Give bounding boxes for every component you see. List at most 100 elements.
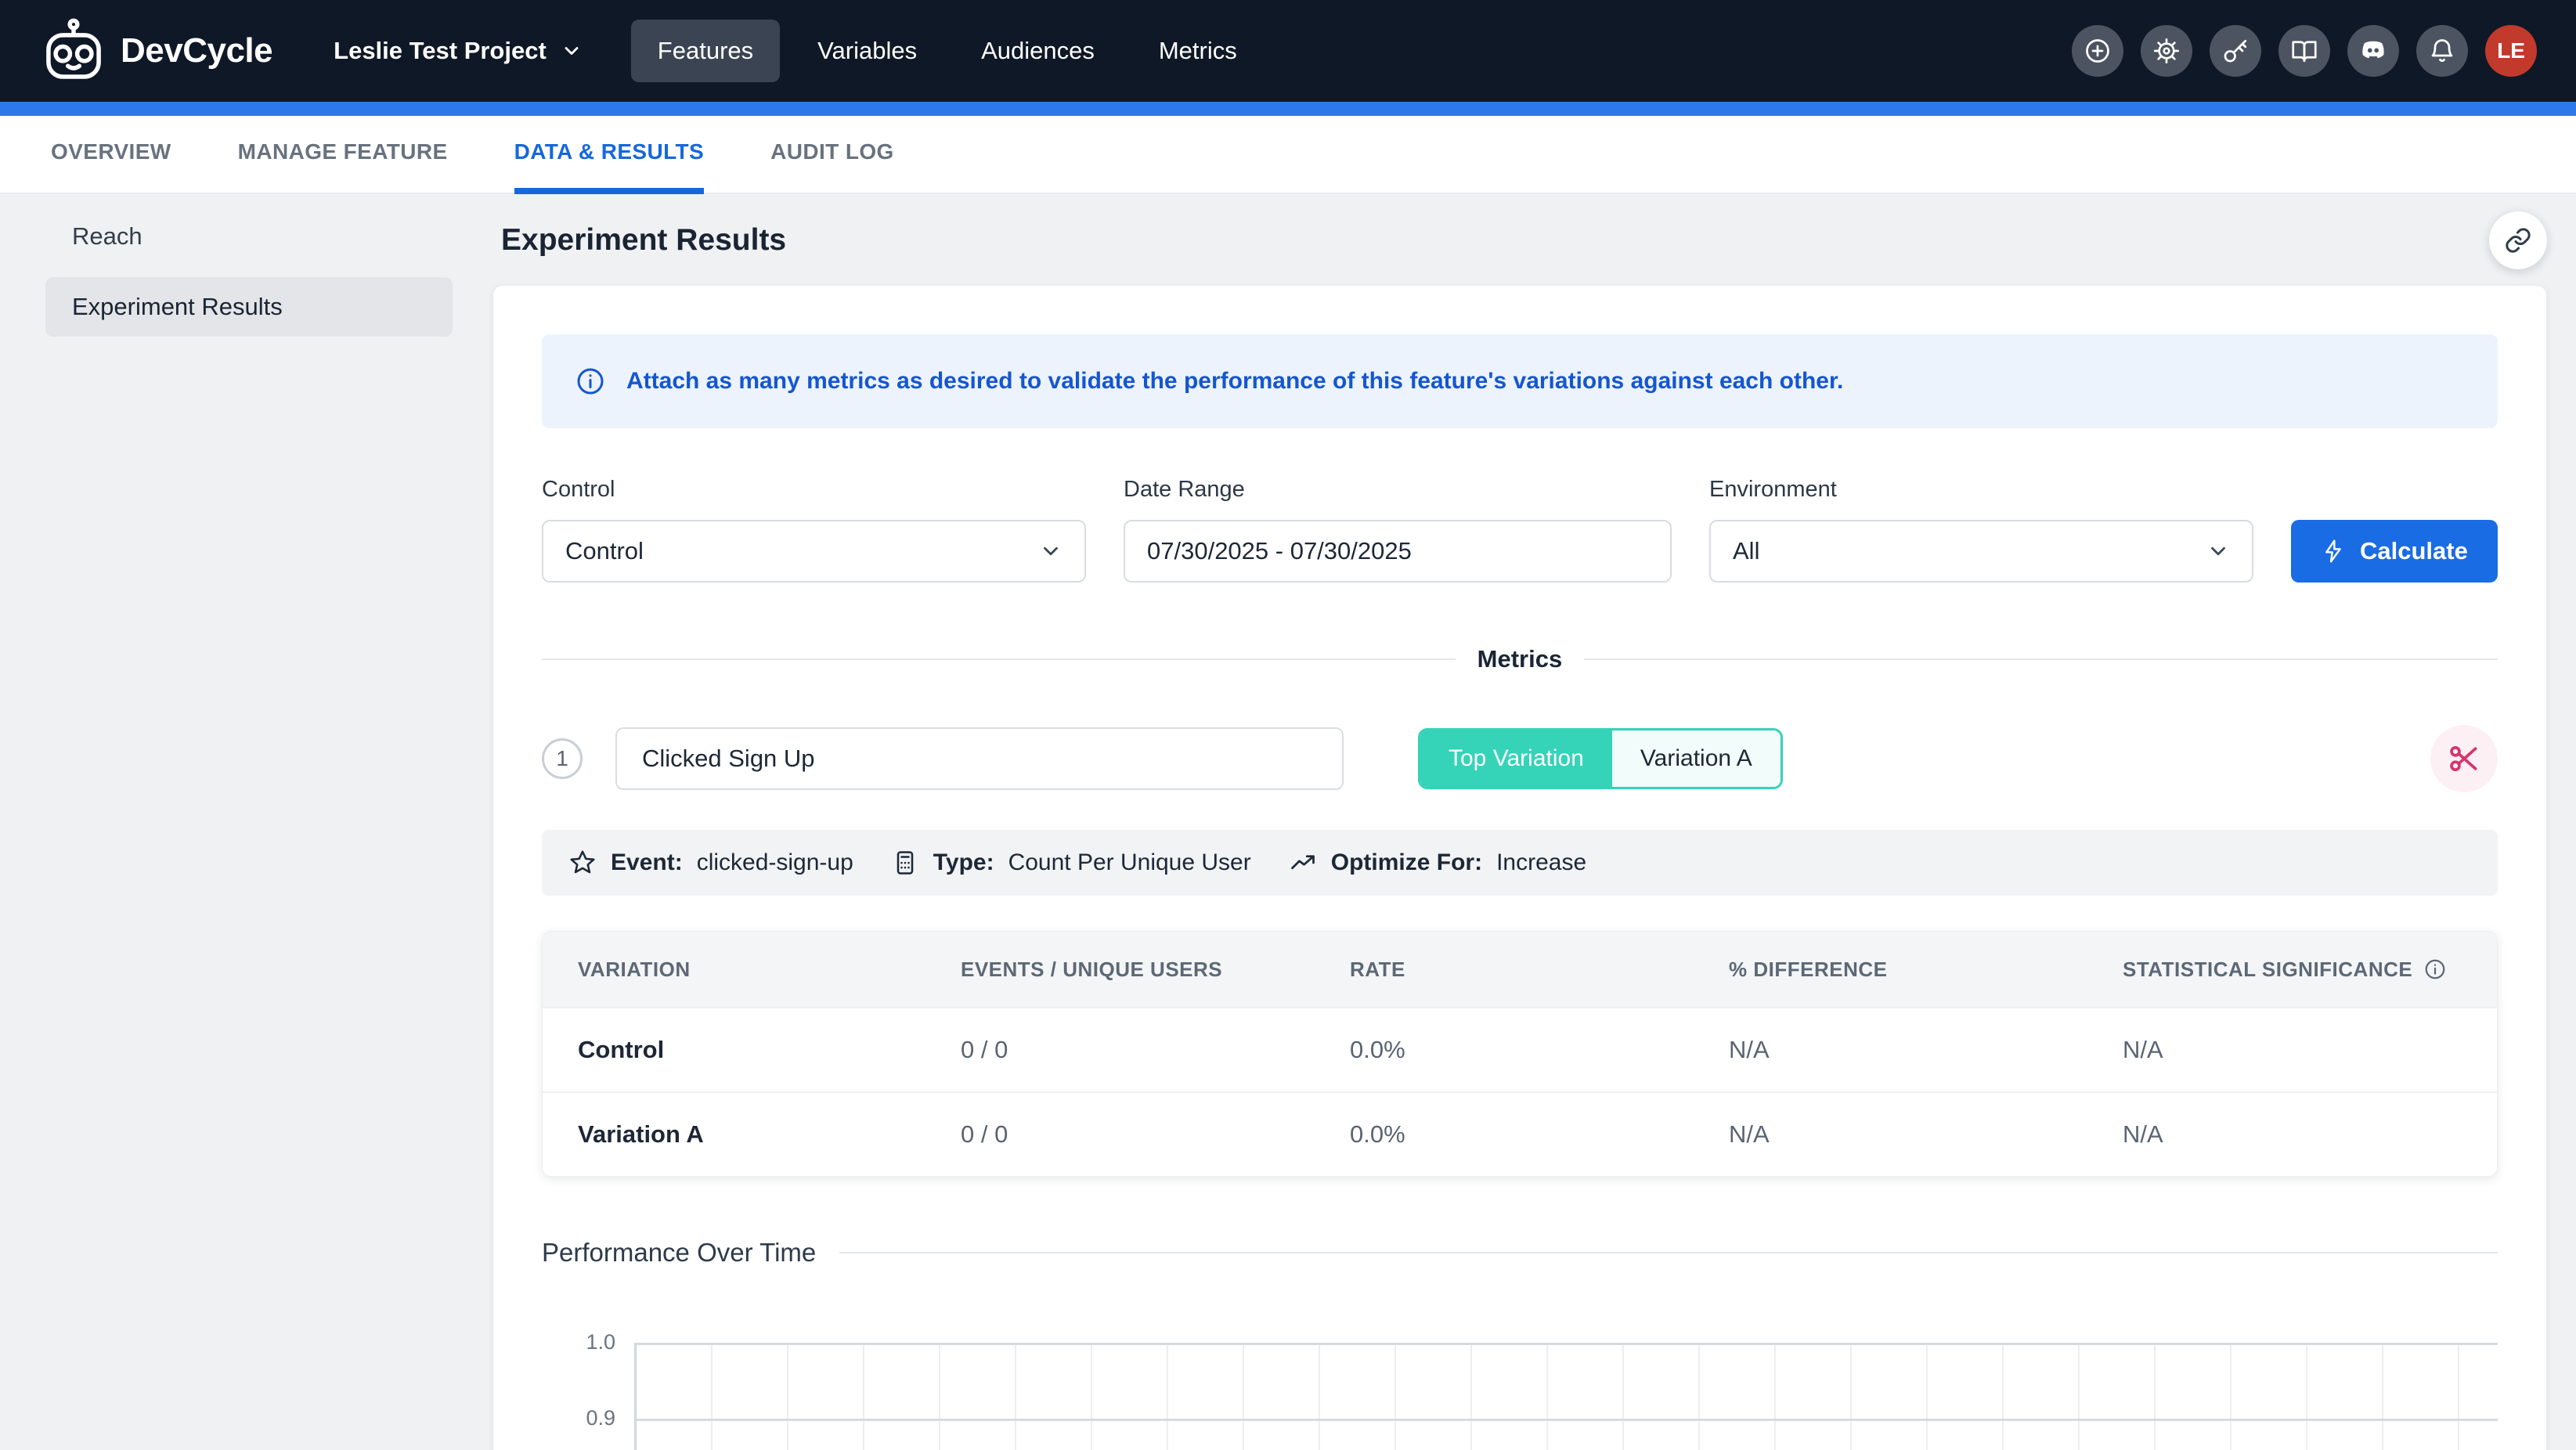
control-label: Control — [542, 477, 1086, 503]
tab-data-and-results[interactable]: DATA & RESULTS — [514, 116, 705, 194]
col-rate: RATE — [1350, 958, 1729, 982]
calculate-button[interactable]: Calculate — [2291, 520, 2498, 583]
optimize-summary: Optimize For: Increase — [1289, 849, 1586, 877]
cell-variation: Variation A — [578, 1120, 961, 1149]
col-events-unique-users: EVENTS / UNIQUE USERS — [961, 958, 1350, 982]
toggle-top-variation[interactable]: Top Variation — [1420, 730, 1612, 787]
nav-tab-metrics[interactable]: Metrics — [1132, 20, 1264, 82]
feature-tabstrip: OVERVIEW MANAGE FEATURE DATA & RESULTS A… — [0, 116, 2576, 194]
performance-chart: 1.0 0.9 — [542, 1343, 2498, 1450]
book-icon — [2290, 37, 2318, 65]
link-icon — [2504, 226, 2532, 254]
performance-header: Performance Over Time — [542, 1238, 2498, 1268]
cell-significance: N/A — [2123, 1036, 2497, 1064]
primary-nav: Features Variables Audiences Metrics — [631, 20, 1264, 82]
cell-difference: N/A — [1729, 1120, 2123, 1149]
info-banner-text: Attach as many metrics as desired to val… — [626, 368, 1843, 395]
type-label: Type: — [933, 849, 994, 876]
lightning-icon — [2321, 539, 2346, 564]
project-selector[interactable]: Leslie Test Project — [334, 37, 583, 65]
chevron-down-icon — [561, 40, 583, 62]
add-button[interactable] — [2072, 25, 2123, 77]
sidebar-item-reach[interactable]: Reach — [45, 207, 453, 266]
metric-name-input[interactable] — [615, 727, 1344, 790]
sidebar: Reach Experiment Results — [0, 194, 470, 1450]
page-title: Experiment Results — [501, 223, 786, 258]
chevron-down-icon — [2206, 539, 2230, 563]
toggle-variation-a[interactable]: Variation A — [1612, 730, 1780, 787]
optimize-value: Increase — [1496, 849, 1586, 876]
scissors-icon — [2447, 741, 2481, 776]
devcycle-logo[interactable]: DevCycle — [39, 16, 272, 85]
project-name: Leslie Test Project — [334, 37, 547, 65]
performance-section: Performance Over Time 1.0 0.9 — [542, 1238, 2498, 1450]
date-range-filter: Date Range — [1124, 477, 1672, 583]
info-banner: Attach as many metrics as desired to val… — [542, 334, 2498, 428]
environment-select[interactable]: All — [1709, 520, 2253, 583]
calculator-icon — [891, 849, 919, 877]
col-pct-difference: % DIFFERENCE — [1729, 958, 2123, 982]
filters-row: Control Control Date Range Environment A… — [542, 477, 2498, 583]
navbar-actions: LE — [2072, 25, 2537, 77]
gridline-1.0 — [637, 1343, 2498, 1345]
content-area: Reach Experiment Results Experiment Resu… — [0, 194, 2576, 1450]
environment-label: Environment — [1709, 477, 2253, 503]
sidebar-item-experiment-results[interactable]: Experiment Results — [45, 277, 453, 337]
bell-icon — [2428, 37, 2456, 65]
key-icon — [2221, 37, 2249, 65]
discord-button[interactable] — [2347, 25, 2399, 77]
table-row: Control 0 / 0 0.0% N/A N/A — [543, 1007, 2497, 1091]
info-icon[interactable] — [2423, 958, 2447, 981]
metric-row: 1 Top Variation Variation A — [542, 725, 2498, 792]
chart-y-axis: 1.0 0.9 — [542, 1343, 634, 1450]
y-tick-0.9: 0.9 — [586, 1406, 615, 1430]
accent-strip — [0, 102, 2576, 116]
cell-significance: N/A — [2123, 1120, 2497, 1149]
docs-button[interactable] — [2278, 25, 2330, 77]
nav-tab-audiences[interactable]: Audiences — [954, 20, 1121, 82]
copy-link-button[interactable] — [2489, 211, 2547, 269]
chevron-down-icon — [1039, 539, 1063, 563]
nav-tab-variables[interactable]: Variables — [791, 20, 943, 82]
metrics-divider-label: Metrics — [1477, 645, 1563, 673]
col-variation: VARIATION — [578, 958, 961, 982]
control-select[interactable]: Control — [542, 520, 1086, 583]
top-navbar: DevCycle Leslie Test Project Features Va… — [0, 0, 2576, 102]
experiment-results-card: Attach as many metrics as desired to val… — [493, 286, 2546, 1450]
remove-metric-button[interactable] — [2430, 725, 2498, 792]
discord-icon — [2359, 37, 2387, 65]
date-range-label: Date Range — [1124, 477, 1672, 503]
tab-audit-log[interactable]: AUDIT LOG — [770, 116, 894, 194]
event-value: clicked-sign-up — [697, 849, 853, 876]
statistical-significance-label: STATISTICAL SIGNIFICANCE — [2123, 958, 2412, 982]
tab-overview[interactable]: OVERVIEW — [51, 116, 171, 194]
metrics-divider: Metrics — [542, 645, 2498, 673]
type-value: Count Per Unique User — [1008, 849, 1251, 876]
event-summary: Event: clicked-sign-up — [568, 849, 853, 877]
metric-index-badge: 1 — [542, 738, 583, 779]
tab-manage-feature[interactable]: MANAGE FEATURE — [238, 116, 448, 194]
type-summary: Type: Count Per Unique User — [891, 849, 1251, 877]
optimize-label: Optimize For: — [1331, 849, 1482, 876]
calculate-button-label: Calculate — [2360, 537, 2468, 565]
main-panel: Experiment Results Attach as many metric… — [470, 194, 2576, 1450]
variation-toggle: Top Variation Variation A — [1418, 728, 1783, 789]
cell-rate: 0.0% — [1350, 1120, 1729, 1149]
api-keys-button[interactable] — [2210, 25, 2261, 77]
gear-icon — [2152, 37, 2181, 65]
notifications-button[interactable] — [2416, 25, 2468, 77]
nav-tab-features[interactable]: Features — [631, 20, 780, 82]
cell-variation: Control — [578, 1036, 961, 1064]
brand-name: DevCycle — [121, 31, 272, 70]
user-avatar[interactable]: LE — [2485, 25, 2537, 77]
settings-button[interactable] — [2141, 25, 2192, 77]
environment-select-value: All — [1733, 537, 1759, 565]
col-statistical-significance: STATISTICAL SIGNIFICANCE — [2123, 958, 2497, 982]
control-select-value: Control — [565, 537, 644, 565]
date-range-input[interactable] — [1124, 520, 1672, 583]
cell-events: 0 / 0 — [961, 1120, 1350, 1149]
table-row: Variation A 0 / 0 0.0% N/A N/A — [543, 1091, 2497, 1176]
y-tick-1.0: 1.0 — [586, 1330, 615, 1354]
results-table: VARIATION EVENTS / UNIQUE USERS RATE % D… — [542, 931, 2498, 1177]
environment-filter: Environment All — [1709, 477, 2253, 583]
